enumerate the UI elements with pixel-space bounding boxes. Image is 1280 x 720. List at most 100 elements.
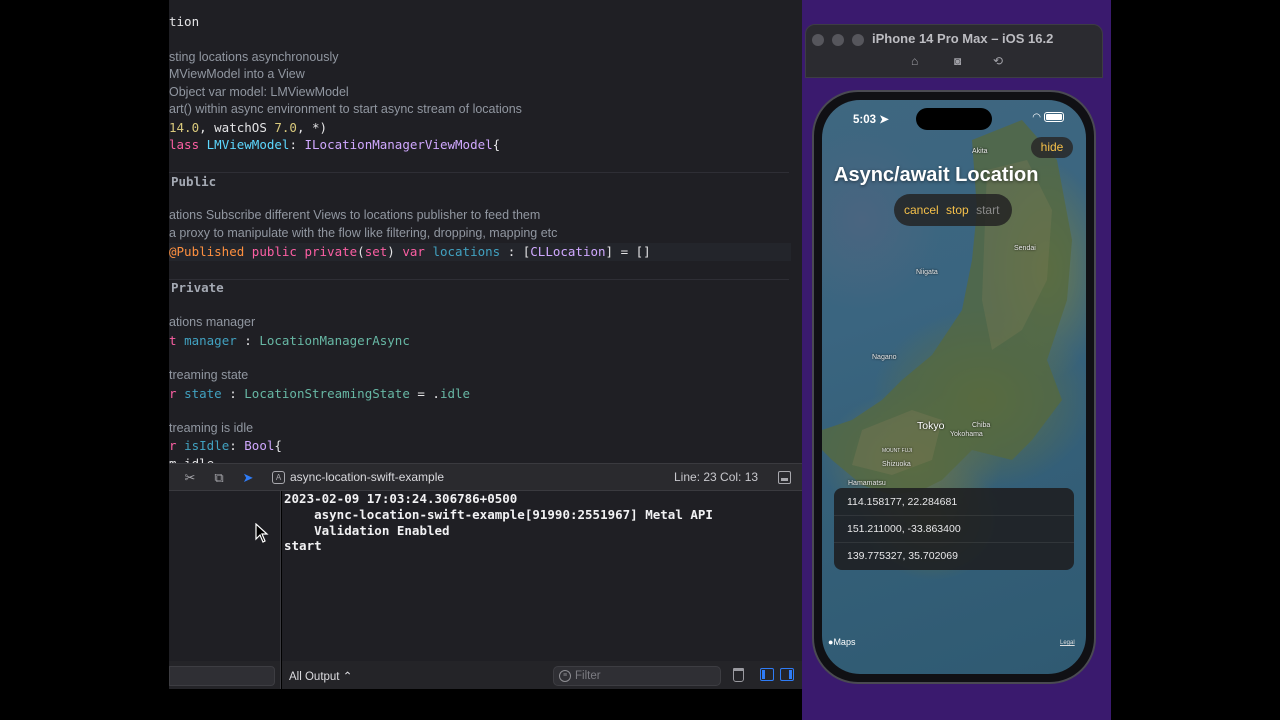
legal-link[interactable]: Legal <box>1060 640 1075 646</box>
dynamic-island <box>916 108 992 130</box>
memory-graph-icon[interactable]: ⧉ <box>211 470 227 486</box>
map-label-tokyo: Tokyo <box>917 420 945 432</box>
map-label-mount-fuji: MOUNT FUJI <box>882 448 913 454</box>
code-token: : <box>221 386 245 401</box>
code-line: MViewModel into a View <box>169 67 305 81</box>
hide-button[interactable]: hide <box>1031 137 1073 158</box>
zoom-button[interactable] <box>852 34 864 46</box>
map-label-nagano: Nagano <box>872 354 897 361</box>
map-label-hamamatsu: Hamamatsu <box>848 480 886 487</box>
code-line: t manager : LocationManagerAsync <box>169 333 410 348</box>
home-icon[interactable]: ⌂ <box>911 55 925 67</box>
code-line: Object var model: LMViewModel <box>169 85 349 99</box>
code-token: @Published <box>169 244 252 259</box>
wifi-icon: ◠ <box>1032 112 1041 123</box>
code-token: state <box>184 386 222 401</box>
left-letterbox <box>0 0 169 720</box>
stop-button[interactable]: stop <box>946 203 969 217</box>
code-token: , watchOS <box>199 120 275 135</box>
start-button[interactable]: start <box>976 203 999 217</box>
variables-view[interactable] <box>169 491 281 661</box>
show-console-icon[interactable] <box>780 668 794 681</box>
location-arrow-icon: ➤ <box>879 114 889 126</box>
code-line: r isIdle: Bool{ <box>169 438 282 453</box>
rotate-icon[interactable]: ⟲ <box>993 55 1007 67</box>
console-output[interactable]: 2023-02-09 17:03:24.306786+0500 async-lo… <box>282 491 802 661</box>
code-token: var <box>402 244 433 259</box>
map-label-chiba: Chiba <box>972 422 991 429</box>
map-label-shizuoka: Shizuoka <box>882 461 911 468</box>
filter-icon: ≡ <box>559 670 571 682</box>
code-token: ILocationManagerViewModel <box>304 137 493 152</box>
code-token: , *) <box>296 120 328 135</box>
code-token: r <box>169 438 185 453</box>
mouse-pointer-icon <box>255 523 269 543</box>
cancel-button[interactable]: cancel <box>904 203 939 217</box>
output-selector[interactable]: All Output ⌃ <box>289 669 352 683</box>
code-line: Private <box>171 280 224 295</box>
screenshot-icon[interactable]: ◙ <box>954 55 968 67</box>
locations-list[interactable]: 114.158177, 22.284681 151.211000, -33.86… <box>834 488 1074 570</box>
code-token: tion <box>169 14 200 29</box>
code-token: set <box>364 244 388 259</box>
code-line: art() within async environment to start … <box>169 102 522 116</box>
code-token: r <box>169 386 185 401</box>
code-token: ( <box>357 244 365 259</box>
scheme-label: async-location-swift-example <box>290 470 445 484</box>
code-token: LocationManagerAsync <box>259 333 410 348</box>
console-line: Validation Enabled <box>284 523 450 538</box>
code-line: ations Subscribe different Views to loca… <box>169 208 541 222</box>
app-title: Async/await Location <box>834 164 1039 186</box>
list-item: 114.158177, 22.284681 <box>847 496 958 508</box>
iphone-screen[interactable]: Akita Sendai Niigata Nagano Tokyo Yokoha… <box>822 100 1086 674</box>
code-token: : <box>289 137 305 152</box>
code-line: treaming is idle <box>169 421 254 435</box>
console-filter-input[interactable]: ≡ Filter <box>553 666 721 686</box>
status-time-text: 5:03 <box>853 114 877 126</box>
code-token: lass <box>169 137 207 152</box>
variables-filter-input[interactable] <box>169 666 275 686</box>
map-label-yokohama: Yokohama <box>950 431 983 438</box>
maps-logo-text: Maps <box>833 637 856 647</box>
code-token: { <box>492 137 501 152</box>
show-variables-icon[interactable] <box>760 668 774 681</box>
simulator-title: iPhone 14 Pro Max – iOS 16.2 <box>872 31 1054 46</box>
location-arrow-icon[interactable]: ➤ <box>240 470 256 486</box>
code-token: locations <box>432 244 501 259</box>
code-token: { <box>274 438 282 453</box>
code-line: ations manager <box>169 315 256 329</box>
list-divider <box>834 542 1074 543</box>
cursor-position: Line: 23 Col: 13 <box>674 470 759 484</box>
apple-maps-logo: ●Maps <box>828 637 855 647</box>
simulator-titlebar: iPhone 14 Pro Max – iOS 16.2 ⌂ ◙ ⟲ <box>805 24 1103 78</box>
console-line: 2023-02-09 17:03:24.306786+0500 <box>284 491 518 506</box>
battery-icon <box>1044 112 1064 123</box>
code-token: manager <box>184 333 237 348</box>
code-line: lass LMViewModel: ILocationManagerViewMo… <box>169 137 500 152</box>
code-token: isIdle <box>184 438 230 453</box>
scissors-icon[interactable]: ✂ <box>182 470 198 486</box>
bottom-letterbox <box>169 689 802 720</box>
section-divider <box>169 172 789 173</box>
trash-icon[interactable] <box>733 668 744 682</box>
hide-debug-area-icon[interactable] <box>778 471 791 484</box>
code-line: sting locations asynchronously <box>169 50 339 64</box>
code-token: ] = [] <box>605 244 651 259</box>
app-icon: A <box>272 471 285 484</box>
close-button[interactable] <box>812 34 824 46</box>
status-icons: ◠ <box>1032 112 1064 123</box>
code-line: treaming state <box>169 368 249 382</box>
code-line: a proxy to manipulate with the flow like… <box>169 226 558 240</box>
console-line: async-location-swift-example[91990:25519… <box>284 507 713 522</box>
list-item: 151.211000, -33.863400 <box>847 523 961 535</box>
code-editor[interactable]: tion sting locations asynchronously MViewM… <box>169 0 802 463</box>
code-token: m.idle <box>169 456 214 463</box>
code-token: : <box>236 333 260 348</box>
code-line: Public <box>171 174 217 189</box>
code-token: 14.0 <box>169 120 200 135</box>
map-label-akita: Akita <box>972 148 988 155</box>
minimize-button[interactable] <box>832 34 844 46</box>
code-token: : <box>229 438 245 453</box>
console-line: start <box>284 538 322 553</box>
code-token: public private <box>251 244 358 259</box>
